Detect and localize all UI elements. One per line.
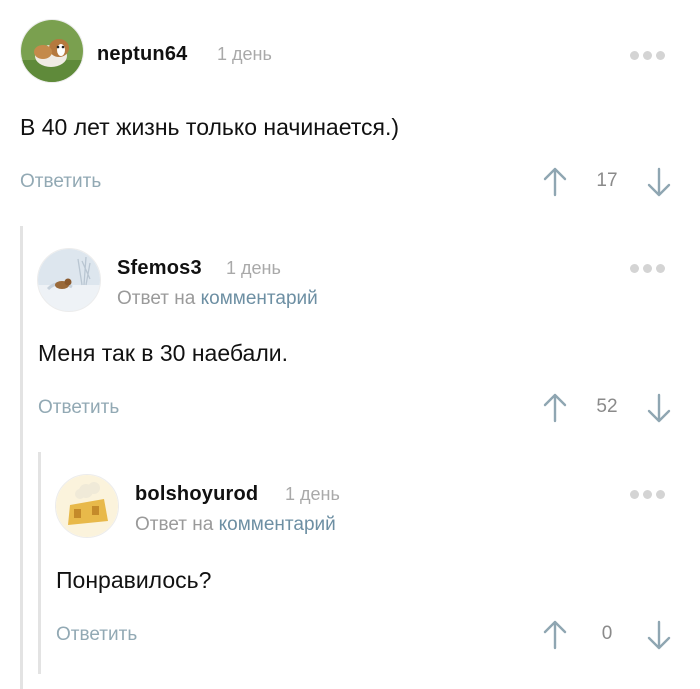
arrow-down-icon[interactable] bbox=[646, 391, 672, 425]
reply-button[interactable]: Ответить bbox=[38, 397, 119, 419]
username[interactable]: Sfemos3 bbox=[117, 257, 202, 280]
rating-widget: 52 bbox=[542, 391, 672, 425]
arrow-up-icon[interactable] bbox=[542, 165, 568, 199]
reply-button[interactable]: Ответить bbox=[56, 624, 137, 646]
arrow-up-icon[interactable] bbox=[542, 391, 568, 425]
username[interactable]: bolshoyurod bbox=[135, 483, 258, 506]
reply-to-link[interactable]: комментарий bbox=[219, 514, 336, 535]
rating-count: 17 bbox=[596, 170, 618, 191]
comment-header: bolshoyurod 1 день Ответ на комментарий bbox=[38, 452, 700, 538]
more-dots-icon[interactable] bbox=[630, 261, 670, 275]
rating-count: 52 bbox=[596, 396, 618, 417]
reply-button[interactable]: Ответить bbox=[20, 171, 101, 193]
avatar-dog-image bbox=[21, 20, 83, 82]
comment-text: В 40 лет жизнь только начинается.) bbox=[20, 114, 400, 140]
reply-to-prefix: Ответ на bbox=[135, 514, 214, 535]
comment-time: 1 день bbox=[217, 44, 272, 64]
avatar[interactable] bbox=[20, 19, 84, 83]
username[interactable]: neptun64 bbox=[97, 43, 188, 66]
more-dots-icon[interactable] bbox=[630, 487, 670, 501]
reply-to-link[interactable]: комментарий bbox=[201, 288, 318, 309]
more-dots-icon[interactable] bbox=[630, 48, 670, 62]
comment-text: Понравилось? bbox=[56, 567, 212, 593]
comment-text: Меня так в 30 наебали. bbox=[38, 340, 288, 366]
avatar-house-icon bbox=[56, 475, 118, 537]
arrow-down-icon[interactable] bbox=[646, 165, 672, 199]
reply-to-prefix: Ответ на bbox=[117, 288, 196, 309]
rating-count: 0 bbox=[601, 623, 613, 644]
avatar[interactable] bbox=[37, 248, 101, 312]
avatar-snow-image bbox=[38, 249, 100, 311]
arrow-up-icon[interactable] bbox=[542, 618, 568, 652]
rating-widget: 17 bbox=[542, 165, 672, 199]
comments-thread: neptun64 1 день В 40 лет жизнь только на… bbox=[0, 0, 700, 689]
rating-widget: 0 bbox=[542, 618, 672, 652]
comment-header: Sfemos3 1 день Ответ на комментарий bbox=[20, 226, 700, 312]
avatar[interactable] bbox=[55, 474, 119, 538]
reply-to: Ответ на комментарий bbox=[135, 514, 336, 536]
comment-time: 1 день bbox=[285, 484, 340, 504]
reply-to: Ответ на комментарий bbox=[117, 288, 318, 310]
comment-time: 1 день bbox=[226, 258, 281, 278]
arrow-down-icon[interactable] bbox=[646, 618, 672, 652]
comment-header: neptun64 1 день bbox=[0, 0, 700, 83]
